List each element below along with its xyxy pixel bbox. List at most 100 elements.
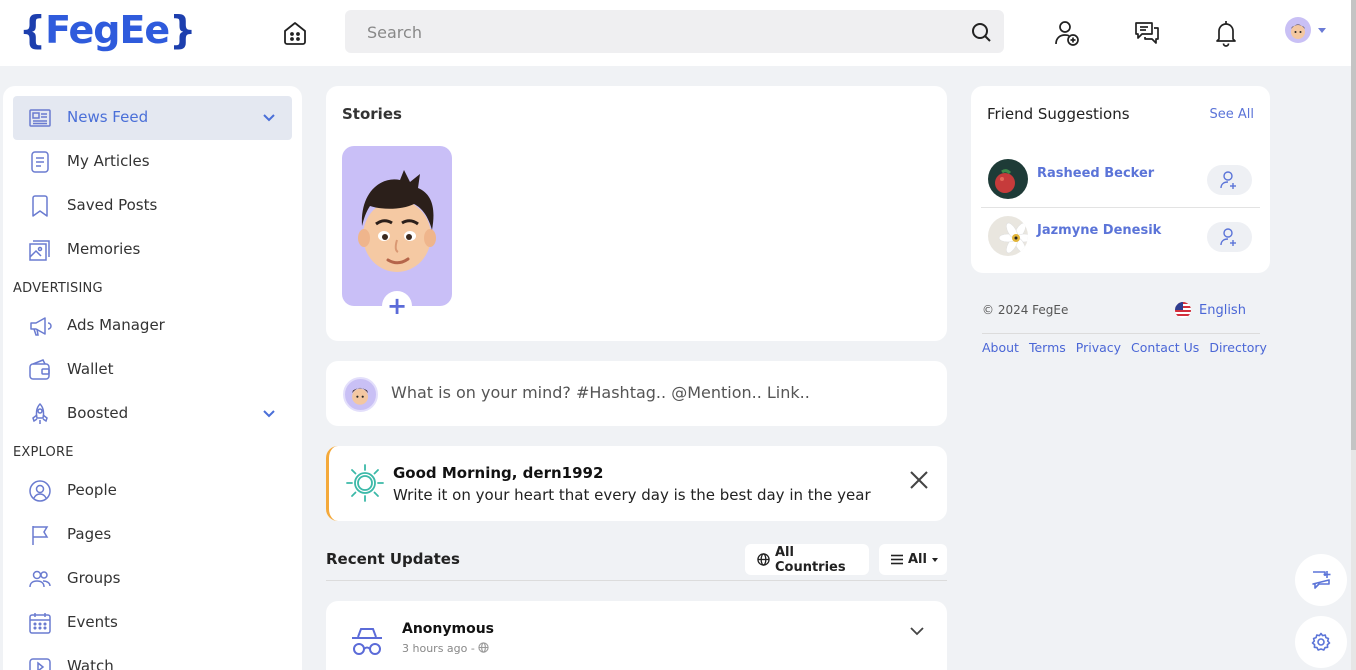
- friend-suggestion-item: Jazmyne Denesik: [981, 208, 1260, 265]
- people-search-icon: [29, 480, 51, 502]
- rocket-icon: [32, 402, 48, 424]
- home-icon[interactable]: [280, 18, 310, 48]
- calendar-icon: [29, 613, 51, 634]
- sidebar-item-wallet[interactable]: Wallet: [13, 348, 292, 392]
- section-label-advertising: ADVERTISING: [13, 281, 103, 296]
- flag-icon: [32, 526, 49, 545]
- newspaper-icon: [29, 109, 51, 127]
- footer-link-about[interactable]: About: [982, 340, 1019, 355]
- sidebar-item-events[interactable]: Events: [13, 601, 292, 645]
- globe-icon: [757, 553, 770, 566]
- composer-avatar: [343, 377, 378, 412]
- close-icon[interactable]: [907, 468, 931, 492]
- sidebar-item-label: Wallet: [67, 360, 114, 378]
- notifications-bell-icon[interactable]: [1211, 18, 1241, 48]
- sidebar-item-label: People: [67, 481, 117, 499]
- settings-fab[interactable]: [1295, 616, 1347, 668]
- stories-title: Stories: [342, 105, 402, 123]
- feed-filter-dropdown[interactable]: All: [879, 544, 947, 575]
- friend-suggestion-item: Rasheed Becker: [981, 151, 1260, 208]
- see-all-link[interactable]: See All: [1210, 107, 1255, 122]
- page-scrollbar[interactable]: [1351, 0, 1356, 670]
- sidebar-item-label: My Articles: [67, 152, 150, 170]
- language-selector[interactable]: English: [1175, 302, 1246, 318]
- greeting-message: Write it on your heart that every day is…: [393, 486, 871, 504]
- friend-avatar[interactable]: [988, 216, 1028, 256]
- public-globe-icon: [478, 642, 489, 653]
- chevron-down-icon[interactable]: [262, 110, 276, 124]
- post-options-chevron-icon[interactable]: [909, 623, 925, 639]
- gear-icon: [1311, 632, 1331, 651]
- create-story-tile[interactable]: +: [342, 146, 452, 321]
- sidebar-item-label: Ads Manager: [67, 316, 165, 334]
- scrollbar-thumb[interactable]: [1351, 0, 1356, 450]
- chevron-down-icon[interactable]: [262, 406, 276, 420]
- sidebar-item-label: Pages: [67, 525, 112, 543]
- friend-name[interactable]: Rasheed Becker: [1037, 166, 1154, 181]
- add-friend-button[interactable]: [1207, 165, 1252, 195]
- friend-avatar[interactable]: [988, 159, 1028, 199]
- recent-updates-title: Recent Updates: [326, 550, 460, 568]
- memories-photos-icon: [29, 240, 50, 261]
- sidebar-item-pages[interactable]: Pages: [13, 513, 292, 557]
- sun-icon: [346, 464, 384, 502]
- sidebar-item-label: Events: [67, 613, 118, 631]
- site-logo[interactable]: {FegEe}: [19, 8, 196, 52]
- add-friend-icon[interactable]: [1052, 18, 1082, 48]
- composer-placeholder[interactable]: What is on your mind? #Hashtag.. @Mentio…: [391, 383, 810, 402]
- strawberry-photo-icon: [988, 159, 1028, 199]
- sidebar-item-watch[interactable]: Watch: [13, 645, 292, 670]
- new-chat-fab[interactable]: [1295, 554, 1347, 606]
- sidebar-item-saved-posts[interactable]: Saved Posts: [13, 184, 292, 228]
- top-navbar: {FegEe}: [0, 0, 1356, 66]
- add-story-button[interactable]: +: [382, 291, 412, 321]
- copyright-text: © 2024 FegEe: [982, 303, 1069, 317]
- sidebar-item-groups[interactable]: Groups: [13, 557, 292, 601]
- caret-down-icon: [931, 557, 938, 562]
- messages-icon[interactable]: [1132, 18, 1162, 48]
- country-filter-button[interactable]: All Countries: [745, 544, 869, 575]
- avatar-face-icon: [352, 387, 369, 405]
- memoji-avatar-icon: [358, 170, 436, 272]
- sidebar-item-ads-manager[interactable]: Ads Manager: [13, 304, 292, 348]
- list-icon: [891, 554, 903, 565]
- sidebar-item-label: News Feed: [67, 108, 149, 126]
- search-input[interactable]: [367, 20, 927, 44]
- greeting-banner: Good Morning, dern1992 Write it on your …: [326, 446, 947, 521]
- sidebar-item-memories[interactable]: Memories: [13, 228, 292, 272]
- friend-name[interactable]: Jazmyne Denesik: [1037, 223, 1161, 238]
- greeting-heading: Good Morning, dern1992: [393, 464, 604, 482]
- sidebar-item-my-articles[interactable]: My Articles: [13, 140, 292, 184]
- friend-suggestions-title: Friend Suggestions: [987, 105, 1130, 123]
- article-icon: [31, 151, 49, 173]
- sidebar-item-label: Boosted: [67, 404, 129, 422]
- footer-link-contact[interactable]: Contact Us: [1131, 340, 1199, 355]
- logo-brace-open: {: [19, 8, 46, 52]
- account-dropdown-caret-icon[interactable]: [1318, 28, 1326, 33]
- sidebar-item-label: Groups: [67, 569, 121, 587]
- footer-divider: [982, 333, 1260, 334]
- sidebar-item-news-feed[interactable]: News Feed: [13, 96, 292, 140]
- video-play-icon: [29, 658, 51, 670]
- sidebar-item-people[interactable]: People: [13, 469, 292, 513]
- post-author[interactable]: Anonymous: [402, 621, 494, 637]
- post-composer[interactable]: What is on your mind? #Hashtag.. @Mentio…: [326, 361, 947, 426]
- search-icon[interactable]: [970, 21, 992, 43]
- user-avatar[interactable]: [1285, 17, 1311, 43]
- sidebar-item-boosted[interactable]: Boosted: [13, 392, 292, 436]
- wallet-icon: [29, 359, 50, 380]
- plus-icon: +: [386, 292, 408, 320]
- logo-brace-close: }: [169, 8, 196, 52]
- groups-icon: [29, 570, 51, 588]
- sidebar-item-label: Watch: [67, 657, 114, 670]
- left-sidebar: News Feed My Articles Saved Posts Memori…: [3, 86, 302, 670]
- daisy-photo-icon: [988, 216, 1028, 256]
- footer-link-directory[interactable]: Directory: [1209, 340, 1267, 355]
- add-friend-button[interactable]: [1207, 222, 1252, 252]
- footer-link-terms[interactable]: Terms: [1029, 340, 1066, 355]
- country-filter-label: All Countries: [774, 544, 846, 575]
- footer-links: About Terms Privacy Contact Us Directory: [982, 340, 1267, 355]
- footer-link-privacy[interactable]: Privacy: [1076, 340, 1121, 355]
- add-user-icon: [1220, 171, 1236, 189]
- stories-card: Stories +: [326, 86, 947, 341]
